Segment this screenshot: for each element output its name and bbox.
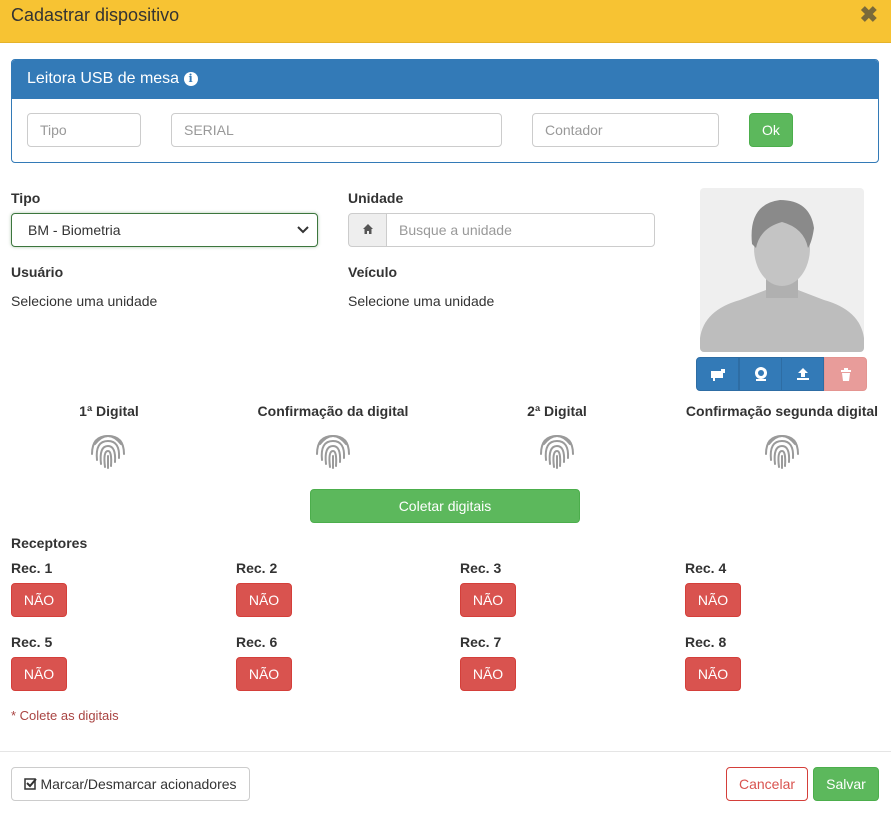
unidade-search-input[interactable]: Busque a unidade: [386, 213, 655, 247]
rec-toggle-button[interactable]: NÃO: [460, 657, 516, 691]
rec-label: Rec. 2: [236, 560, 278, 576]
tipo-select[interactable]: BM - Biometria: [11, 213, 318, 247]
save-button[interactable]: Salvar: [813, 767, 879, 801]
cancel-button[interactable]: Cancelar: [726, 767, 808, 801]
modal-title: Cadastrar dispositivo: [11, 5, 180, 25]
usb-serial-input[interactable]: SERIAL: [171, 113, 502, 147]
usuario-value: Selecione uma unidade: [11, 293, 158, 309]
rec-toggle-button[interactable]: NÃO: [236, 657, 292, 691]
toggle-actuators-label: Marcar/Desmarcar acionadores: [40, 776, 237, 792]
rec-label: Rec. 4: [685, 560, 727, 576]
validation-note: * Colete as digitais: [11, 708, 119, 723]
rec-toggle-button[interactable]: NÃO: [236, 583, 292, 617]
upload-icon: [796, 368, 809, 380]
chevron-down-icon: [297, 214, 309, 257]
upload-button[interactable]: [781, 357, 824, 391]
rec-label: Rec. 7: [460, 634, 502, 650]
avatar-placeholder: [700, 188, 864, 352]
veiculo-label: Veículo: [348, 264, 398, 280]
delete-photo-button[interactable]: [824, 357, 867, 391]
rec-label: Rec. 3: [460, 560, 502, 576]
fingerprint-icon: [91, 434, 125, 469]
rec-toggle-button[interactable]: NÃO: [460, 583, 516, 617]
footer-divider: [0, 751, 891, 752]
rec-label: Rec. 6: [236, 634, 278, 650]
close-icon[interactable]: ✖: [860, 2, 878, 28]
fingerprint-label-4: Confirmação segunda digital: [685, 403, 879, 419]
usb-contador-input[interactable]: Contador: [532, 113, 719, 147]
camera-button[interactable]: [696, 357, 739, 391]
camera-icon: [710, 369, 725, 381]
home-icon: [348, 213, 387, 247]
fingerprint-icon: [540, 434, 574, 469]
unidade-label: Unidade: [348, 190, 404, 206]
receptores-title: Receptores: [11, 535, 88, 551]
webcam-button[interactable]: [739, 357, 782, 391]
veiculo-value: Selecione uma unidade: [348, 293, 495, 309]
ok-button[interactable]: Ok: [749, 113, 793, 147]
fingerprint-label-3: 2ª Digital: [527, 403, 587, 419]
rec-toggle-button[interactable]: NÃO: [11, 583, 67, 617]
rec-label: Rec. 8: [685, 634, 727, 650]
tipo-label: Tipo: [11, 190, 41, 206]
toggle-actuators-button[interactable]: Marcar/Desmarcar acionadores: [11, 767, 250, 801]
usb-tipo-input[interactable]: Tipo: [27, 113, 141, 147]
modal-header: Cadastrar dispositivo ✖: [0, 0, 891, 43]
tipo-select-value: BM - Biometria: [28, 222, 121, 238]
usb-panel-heading: Leitora USB de mesa i: [12, 60, 878, 99]
webcam-icon: [754, 367, 767, 381]
info-icon[interactable]: i: [183, 72, 198, 86]
usuario-label: Usuário: [11, 264, 64, 280]
rec-toggle-button[interactable]: NÃO: [685, 583, 741, 617]
usb-panel-title: Leitora USB de mesa: [27, 70, 180, 87]
rec-toggle-button[interactable]: NÃO: [11, 657, 67, 691]
checkbox-icon: [24, 778, 38, 790]
rec-toggle-button[interactable]: NÃO: [685, 657, 741, 691]
rec-label: Rec. 5: [11, 634, 53, 650]
collect-fingerprints-button[interactable]: Coletar digitais: [310, 489, 580, 523]
rec-label: Rec. 1: [11, 560, 53, 576]
fingerprint-icon: [316, 434, 350, 469]
fingerprint-icon: [765, 434, 799, 469]
trash-icon: [840, 368, 851, 381]
fingerprint-label-1: 1ª Digital: [79, 403, 139, 419]
usb-reader-panel: Leitora USB de mesa i: [11, 59, 879, 163]
fingerprint-label-2: Confirmação da digital: [257, 403, 409, 419]
